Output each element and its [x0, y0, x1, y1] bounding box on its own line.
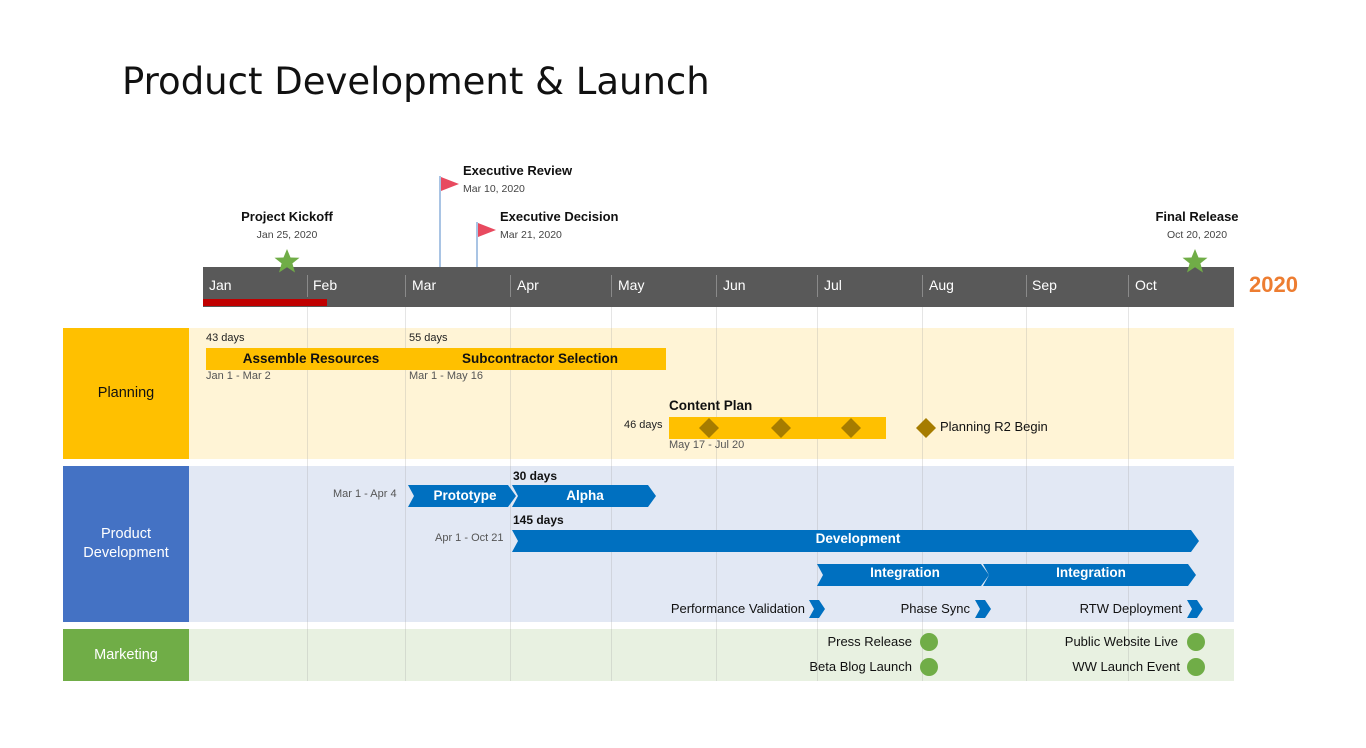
circle-milestone-icon[interactable]: [920, 658, 938, 676]
milestone-project-kickoff-date: Jan 25, 2020: [256, 229, 318, 241]
task-dates: Apr 1 - Oct 21: [435, 532, 504, 544]
milestone-executive-decision[interactable]: Executive Decision: [500, 209, 619, 224]
star-icon[interactable]: [1182, 248, 1208, 274]
task-content-plan[interactable]: Content Plan: [669, 398, 752, 413]
diamond-icon[interactable]: [699, 418, 719, 438]
task-dates: Mar 1 - May 16: [409, 370, 483, 382]
chevron-right-icon[interactable]: [975, 600, 991, 618]
task-integration[interactable]: Integration: [823, 565, 987, 580]
month-tick: [716, 275, 717, 297]
chevron-right-icon[interactable]: [1187, 600, 1203, 618]
task-development[interactable]: Development: [518, 531, 1198, 546]
task-assemble-resources[interactable]: Assemble Resources: [206, 351, 416, 366]
grid-line: [922, 307, 923, 681]
task-duration: 145 days: [513, 513, 564, 527]
diamond-icon[interactable]: [916, 418, 936, 438]
month-tick: [405, 275, 406, 297]
milestone-project-kickoff[interactable]: Project Kickoff: [207, 209, 367, 224]
month-label-jul: Jul: [824, 277, 842, 293]
elapsed-marker: [203, 299, 327, 306]
month-label-aug: Aug: [929, 277, 954, 293]
month-label-oct: Oct: [1135, 277, 1157, 293]
milestone-executive-review-date: Mar 10, 2020: [463, 183, 525, 195]
grid-line: [716, 307, 717, 681]
task-duration: 46 days: [624, 419, 663, 431]
milestone-executive-decision-date: Mar 21, 2020: [500, 229, 562, 241]
lane-product-development[interactable]: Product Development: [63, 466, 189, 622]
task-prototype[interactable]: Prototype: [414, 488, 516, 503]
month-label-apr: Apr: [517, 277, 539, 293]
month-label-sep: Sep: [1032, 277, 1057, 293]
task-duration: 55 days: [409, 332, 448, 344]
circle-milestone-icon[interactable]: [920, 633, 938, 651]
month-label-jun: Jun: [723, 277, 746, 293]
chevron-right-icon[interactable]: [809, 600, 825, 618]
month-tick: [611, 275, 612, 297]
timeline-axis: Jan Feb Mar Apr May Jun Jul Aug Sep Oct: [203, 267, 1234, 307]
lane-marketing[interactable]: Marketing: [63, 629, 189, 681]
milestone-ww-launch-event[interactable]: WW Launch Event: [1018, 659, 1180, 674]
task-dates: Jan 1 - Mar 2: [206, 370, 271, 382]
month-tick: [510, 275, 511, 297]
milestone-public-website-live[interactable]: Public Website Live: [1018, 634, 1178, 649]
month-tick: [922, 275, 923, 297]
month-label-may: May: [618, 277, 645, 293]
circle-milestone-icon[interactable]: [1187, 633, 1205, 651]
milestone-rtw-deployment[interactable]: RTW Deployment: [1032, 601, 1182, 616]
task-duration: 30 days: [513, 469, 558, 483]
milestone-phase-sync[interactable]: Phase Sync: [870, 601, 970, 616]
page-title: Product Development & Launch: [122, 60, 710, 103]
star-icon[interactable]: [274, 248, 300, 274]
milestone-final-release-date: Oct 20, 2020: [1166, 229, 1228, 241]
circle-milestone-icon[interactable]: [1187, 658, 1205, 676]
milestone-executive-review[interactable]: Executive Review: [463, 163, 572, 178]
month-label-feb: Feb: [313, 277, 338, 293]
month-tick: [1026, 275, 1027, 297]
diamond-icon[interactable]: [771, 418, 791, 438]
flag-icon[interactable]: [439, 176, 461, 194]
milestone-beta-blog-launch[interactable]: Beta Blog Launch: [752, 659, 912, 674]
month-tick: [817, 275, 818, 297]
grid-line: [1026, 307, 1027, 681]
task-subcontractor-selection[interactable]: Subcontractor Selection: [418, 351, 662, 366]
milestone-press-release[interactable]: Press Release: [752, 634, 912, 649]
task-dates: Mar 1 - Apr 4: [333, 488, 397, 500]
diamond-icon[interactable]: [841, 418, 861, 438]
year-label: 2020: [1249, 272, 1298, 297]
lane-planning[interactable]: Planning: [63, 328, 189, 459]
month-label-jan: Jan: [209, 277, 232, 293]
task-dates: May 17 - Jul 20: [669, 439, 745, 451]
task-duration: 43 days: [206, 332, 245, 344]
flag-icon[interactable]: [476, 222, 498, 240]
grid-line: [1128, 307, 1129, 681]
task-integration[interactable]: Integration: [989, 565, 1193, 580]
milestone-planning-r2-begin[interactable]: Planning R2 Begin: [940, 419, 1048, 434]
grid-line: [817, 307, 818, 681]
task-alpha[interactable]: Alpha: [518, 488, 652, 503]
milestone-performance-validation[interactable]: Performance Validation: [604, 601, 805, 616]
month-tick: [1128, 275, 1129, 297]
month-label-mar: Mar: [412, 277, 437, 293]
month-tick: [307, 275, 308, 297]
milestone-final-release[interactable]: Final Release: [1117, 209, 1277, 224]
